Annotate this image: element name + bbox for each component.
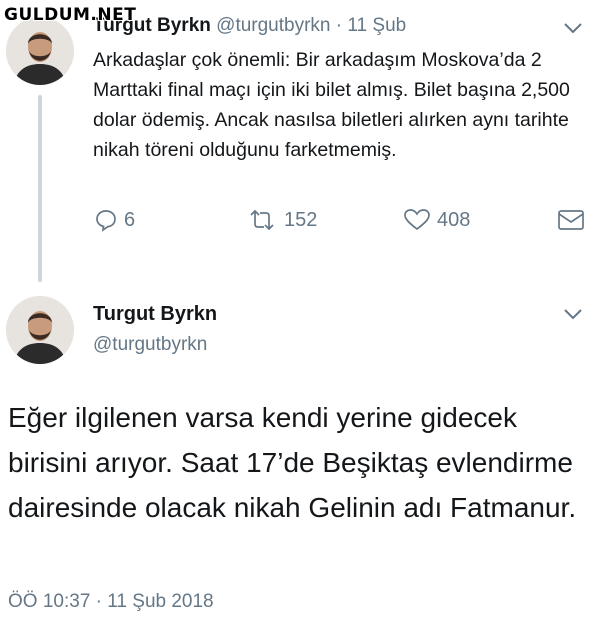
tweet2-text: Eğer ilgilenen varsa kendi yerine gidece… — [8, 402, 577, 523]
message-icon — [558, 210, 584, 230]
avatar-photo — [6, 17, 74, 85]
retweet-count: 152 — [284, 208, 318, 231]
chevron-down-icon[interactable] — [563, 307, 583, 321]
tweet1-date[interactable]: 11 Şub — [347, 15, 406, 36]
watermark: GULDUM.NET — [4, 5, 137, 25]
like-icon — [404, 209, 430, 231]
tweet2-timestamp[interactable]: ÖÖ 10:37 · 11 Şub 2018 — [8, 591, 214, 613]
reply-button[interactable]: 6 — [94, 208, 135, 232]
reply-icon — [96, 210, 116, 232]
tweet1-handle[interactable]: @turgutbyrkn — [216, 15, 330, 36]
avatar[interactable] — [6, 296, 74, 364]
like-count: 408 — [437, 208, 471, 231]
like-button[interactable]: 408 — [403, 208, 470, 232]
reply-count: 6 — [124, 208, 136, 231]
chevron-down-icon[interactable] — [563, 21, 583, 35]
tweet1-separator: · — [335, 15, 343, 36]
thread-line — [38, 95, 42, 282]
avatar[interactable] — [6, 17, 74, 85]
avatar-photo — [6, 296, 74, 364]
message-button[interactable] — [557, 208, 585, 232]
retweet-icon — [250, 209, 274, 231]
tweet2-author-name[interactable]: Turgut Byrkn — [93, 303, 217, 326]
tweet2-handle[interactable]: @turgutbyrkn — [93, 334, 207, 356]
tweet1-header: Turgut Byrkn @turgutbyrkn · 11 Şub — [93, 15, 406, 37]
tweet1-text: Arkadaşlar çok önemli: Bir arkadaşım Mos… — [93, 49, 570, 161]
retweet-button[interactable]: 152 — [246, 208, 317, 232]
